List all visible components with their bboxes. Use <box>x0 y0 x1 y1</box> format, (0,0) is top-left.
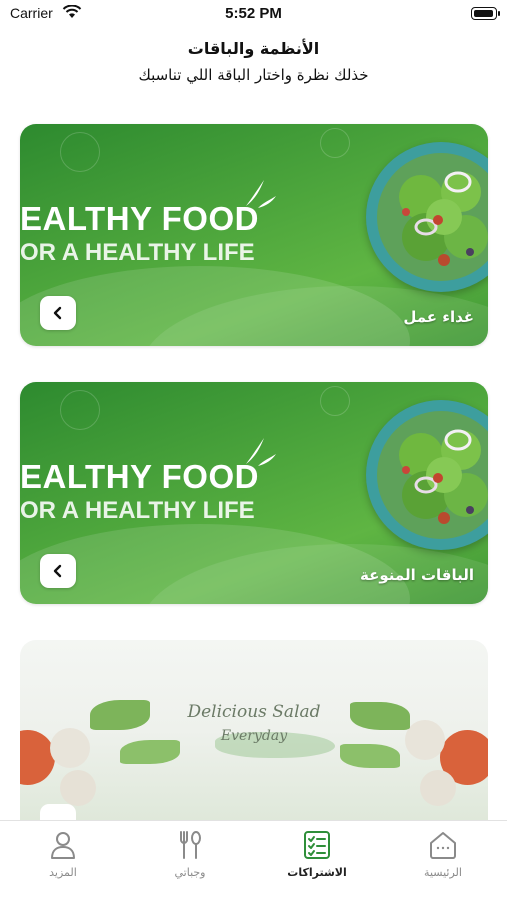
status-bar: Carrier 5:52 PM <box>0 0 507 30</box>
package-card-variety-packs[interactable]: EALTHY FOOD OR A HEALTHY LIFE الباقات ال… <box>20 382 488 604</box>
battery-icon <box>471 7 500 20</box>
tab-label: الاشتراكات <box>287 866 347 879</box>
page-title: الأنظمة والباقات <box>187 39 320 58</box>
card-title: غداء عمل <box>403 308 474 326</box>
tab-home[interactable]: الرئيسية <box>398 829 488 879</box>
salad-plate-image <box>366 400 488 550</box>
clock: 5:52 PM <box>225 5 282 22</box>
tab-subscriptions[interactable]: الاشتراكات <box>272 829 362 879</box>
home-icon <box>430 832 456 859</box>
tab-my-meals[interactable]: وجباتي <box>145 829 235 879</box>
salad-script-subtitle: Everyday <box>220 728 288 744</box>
open-package-button[interactable] <box>40 804 76 820</box>
page-subtitle: خذلك نظرة واختار الباقة اللي تناسبك <box>138 66 369 84</box>
page-header: الأنظمة والباقات خذلك نظرة واختار الباقة… <box>0 38 507 86</box>
salad-script-title: Delicious Salad <box>187 702 321 722</box>
fork-spoon-icon <box>180 831 201 859</box>
checklist-icon <box>304 831 330 859</box>
banner-headline: EALTHY FOOD <box>20 458 259 495</box>
open-package-button[interactable] <box>40 554 76 588</box>
tab-bar: المزيد وجباتي الاشتراكات الرئيسية <box>0 820 507 900</box>
banner-tagline: OR A HEALTHY LIFE <box>20 239 255 266</box>
banner-tagline: OR A HEALTHY LIFE <box>20 497 255 524</box>
tab-label: الرئيسية <box>424 866 462 879</box>
sparkle-icon <box>246 180 276 208</box>
package-card-salad[interactable]: Delicious Salad Everyday <box>20 640 488 820</box>
sparkle-icon <box>246 438 276 466</box>
tab-more[interactable]: المزيد <box>18 829 108 879</box>
salad-plate-image <box>366 142 488 292</box>
tab-label: المزيد <box>49 866 77 879</box>
chevron-left-icon <box>53 306 62 320</box>
person-icon <box>51 832 75 859</box>
card-title: الباقات المنوعة <box>360 566 474 584</box>
chevron-left-icon <box>53 564 62 578</box>
tab-label: وجباتي <box>174 866 206 879</box>
open-package-button[interactable] <box>40 296 76 330</box>
banner-headline: EALTHY FOOD <box>20 200 259 237</box>
package-card-business-lunch[interactable]: EALTHY FOOD OR A HEALTHY LIFE غداء عمل <box>20 124 488 346</box>
